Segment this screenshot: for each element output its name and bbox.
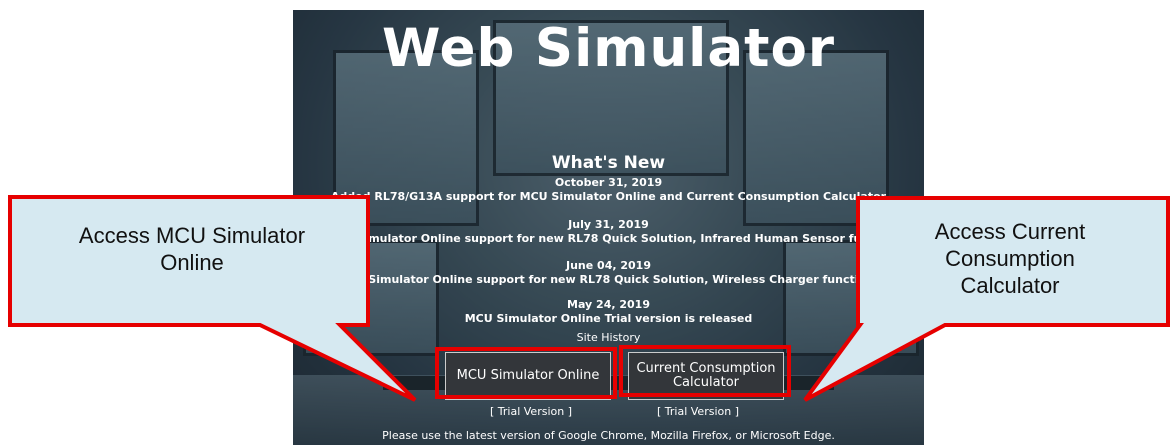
left-callout-text: Access MCU Simulator Online bbox=[22, 222, 362, 276]
right-callout-line1: Access Current bbox=[934, 219, 1086, 244]
right-callout-text: Access Current Consumption Calculator bbox=[865, 218, 1155, 299]
right-callout-line3: Calculator bbox=[960, 273, 1060, 298]
left-callout-line2: Online bbox=[160, 250, 224, 275]
left-callout-line1: Access MCU Simulator bbox=[78, 223, 306, 248]
right-callout-line2: Consumption bbox=[945, 246, 1075, 271]
